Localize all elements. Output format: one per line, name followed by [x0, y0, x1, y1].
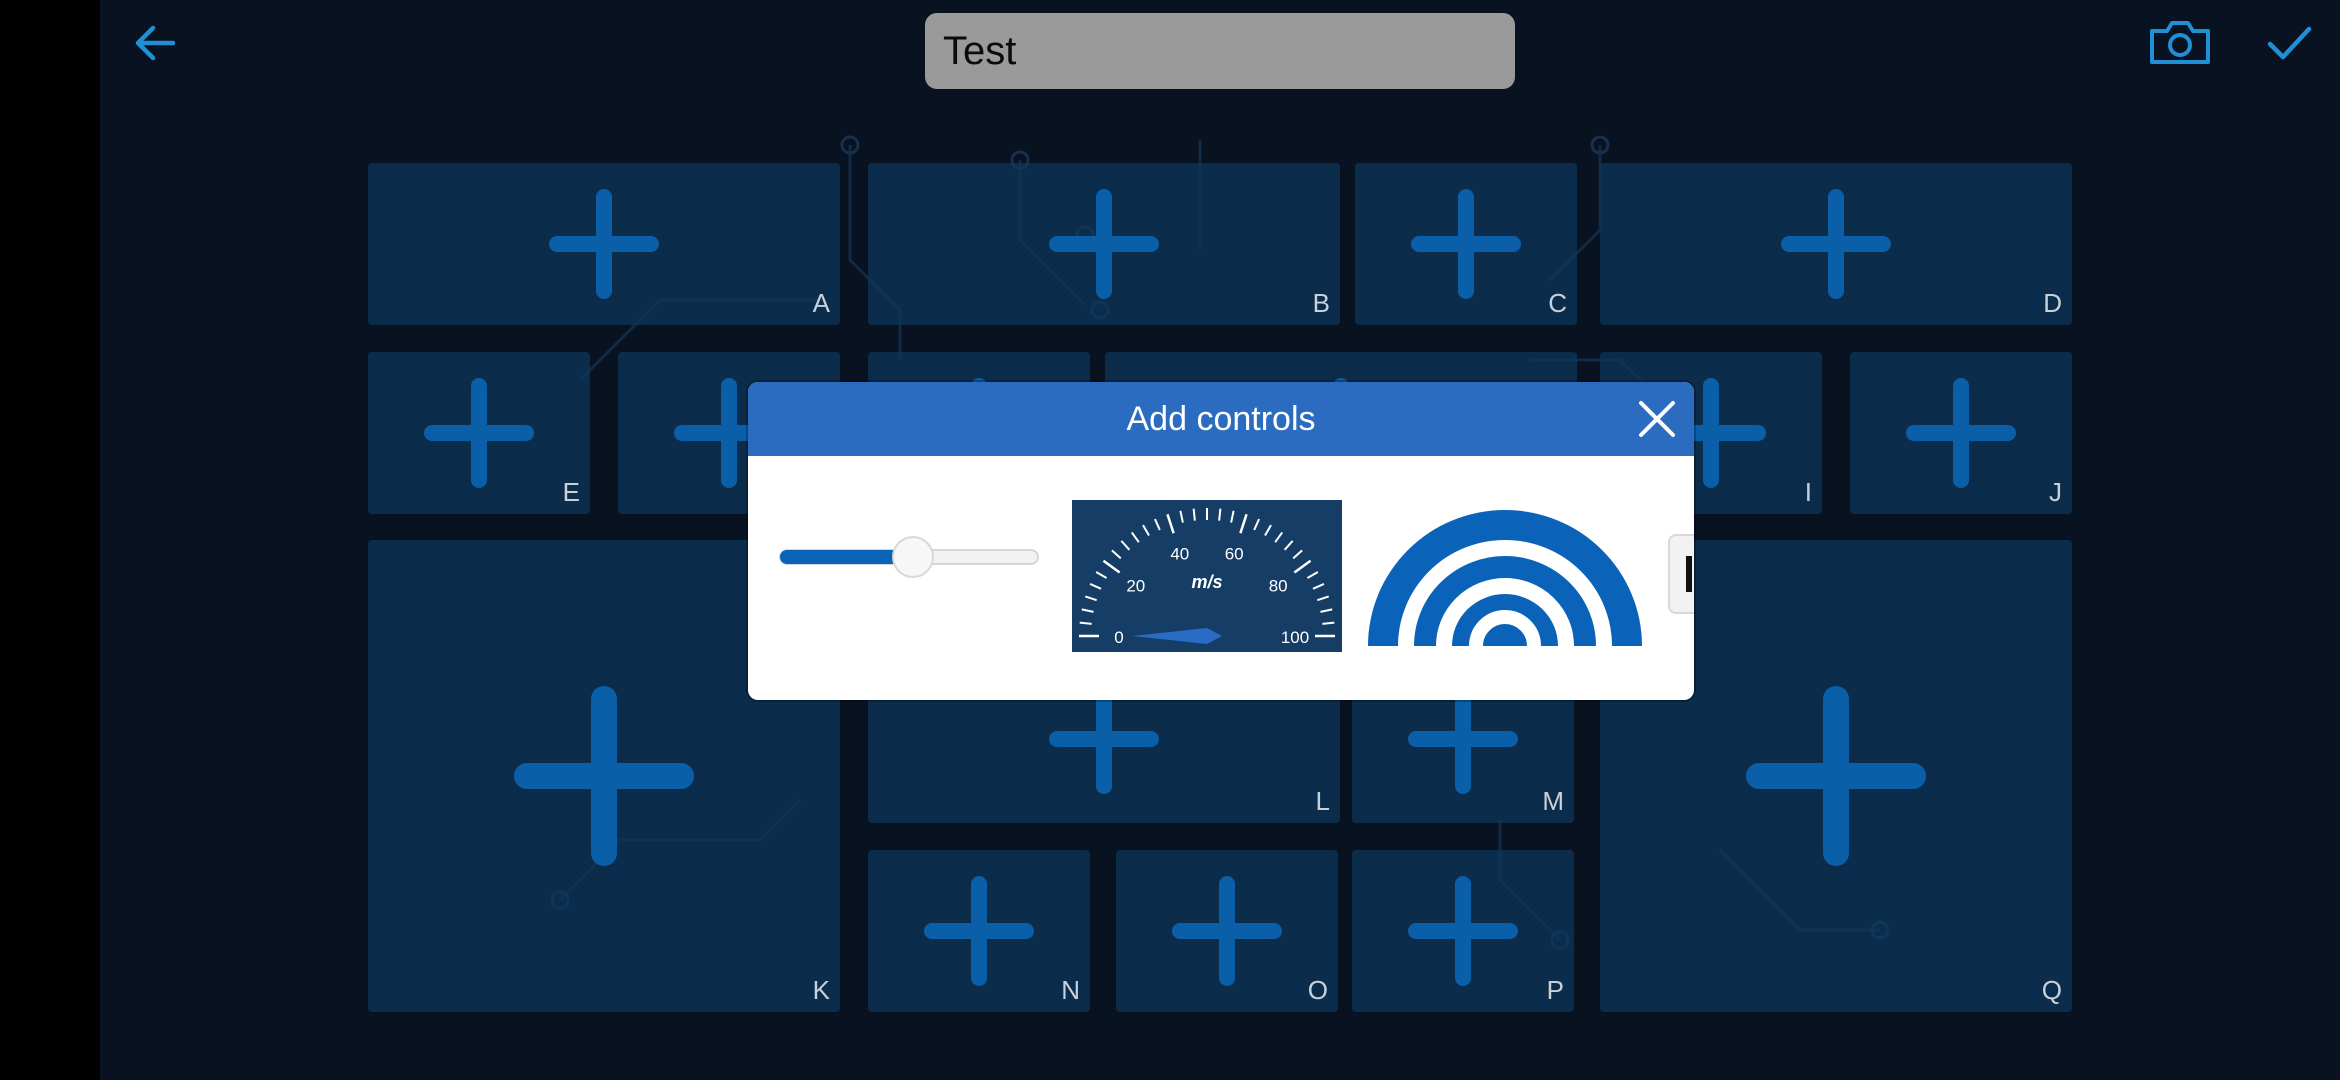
plus-icon	[1781, 189, 1891, 299]
plus-icon	[1172, 876, 1282, 986]
speedometer-control[interactable]: 0 20 40 60 80 100 m/s	[1072, 500, 1342, 652]
speedometer-tick-label: 60	[1225, 544, 1244, 563]
speedometer-preview: 0 20 40 60 80 100 m/s	[1072, 500, 1342, 652]
tile-label: B	[1312, 288, 1330, 318]
speedometer-tick	[1218, 508, 1222, 521]
tile-n[interactable]: N	[868, 850, 1090, 1012]
tile-plus-wrapper	[1355, 163, 1577, 325]
speedometer-tick	[1322, 621, 1335, 625]
plus-icon	[424, 378, 534, 488]
speedometer-tick-label: 100	[1281, 628, 1309, 647]
camera-button[interactable]	[2135, 0, 2225, 90]
tile-label: J	[2049, 477, 2062, 507]
speedometer-tick-label: 80	[1269, 576, 1288, 595]
close-icon	[1639, 401, 1675, 437]
speedometer-tick-label: 0	[1114, 628, 1123, 647]
tile-label: A	[812, 288, 830, 318]
plus-icon	[1049, 189, 1159, 299]
tile-label: E	[562, 477, 580, 507]
tile-label: O	[1307, 975, 1328, 1005]
speedometer-tick	[1192, 508, 1196, 521]
dialog-header: Add controls	[748, 382, 1694, 456]
plus-icon	[1746, 686, 1926, 866]
tile-plus-wrapper	[1850, 352, 2072, 514]
arrow-left-icon	[135, 25, 176, 61]
tile-plus-wrapper	[368, 352, 590, 514]
tile-d[interactable]: D	[1600, 163, 2072, 325]
slider-fill	[780, 550, 909, 564]
tile-label: N	[1061, 975, 1080, 1005]
tile-plus-wrapper	[868, 850, 1090, 1012]
plus-icon	[1906, 378, 2016, 488]
speedometer-tick-label: 40	[1170, 544, 1189, 563]
slider-thumb	[892, 536, 934, 578]
tile-plus-wrapper	[1600, 163, 2072, 325]
add-controls-dialog: Add controls 0 20 40 60 80 100 m/s	[748, 382, 1694, 700]
signal-arcs-icon	[1368, 510, 1642, 647]
tile-label: C	[1548, 288, 1567, 318]
tile-label: D	[2043, 288, 2062, 318]
plus-icon	[514, 686, 694, 866]
close-button[interactable]	[1632, 394, 1682, 444]
tile-label: I	[1804, 477, 1812, 507]
tile-j[interactable]: J	[1850, 352, 2072, 514]
plus-icon	[924, 876, 1034, 986]
confirm-button[interactable]	[2245, 0, 2335, 90]
tile-label: M	[1542, 786, 1564, 816]
tile-e[interactable]: E	[368, 352, 590, 514]
tile-plus-wrapper	[1116, 850, 1338, 1012]
plus-icon	[549, 189, 659, 299]
tile-label: Q	[2041, 975, 2062, 1005]
speedometer-unit-label: m/s	[1191, 572, 1222, 592]
plus-icon	[1411, 189, 1521, 299]
tile-label: P	[1546, 975, 1564, 1005]
tile-label: K	[812, 975, 830, 1005]
tile-a[interactable]: A	[368, 163, 840, 325]
tile-plus-wrapper	[868, 163, 1340, 325]
dialog-title: Add controls	[1126, 400, 1316, 438]
tile-c[interactable]: C	[1355, 163, 1577, 325]
slider-preview	[779, 536, 1039, 578]
back-button[interactable]	[115, 0, 205, 90]
tile-o[interactable]: O	[1116, 850, 1338, 1012]
speedometer-tick-label: 20	[1126, 576, 1145, 595]
speedometer-tick	[1079, 621, 1092, 625]
camera-icon	[2150, 21, 2210, 64]
signal-gauge-control[interactable]	[1368, 510, 1642, 647]
checkmark-icon	[2267, 26, 2312, 60]
tile-b[interactable]: B	[868, 163, 1340, 325]
layout-title-input[interactable]	[925, 13, 1515, 89]
next-control-partial[interactable]	[1668, 534, 1694, 614]
tile-label: L	[1315, 786, 1330, 816]
tile-plus-wrapper	[1352, 850, 1574, 1012]
next-control-edge	[1686, 556, 1692, 592]
plus-icon	[1049, 684, 1159, 794]
plus-icon	[1408, 684, 1518, 794]
tile-p[interactable]: P	[1352, 850, 1574, 1012]
tile-plus-wrapper	[368, 163, 840, 325]
slider-control[interactable]	[778, 532, 1040, 582]
plus-icon	[1408, 876, 1518, 986]
